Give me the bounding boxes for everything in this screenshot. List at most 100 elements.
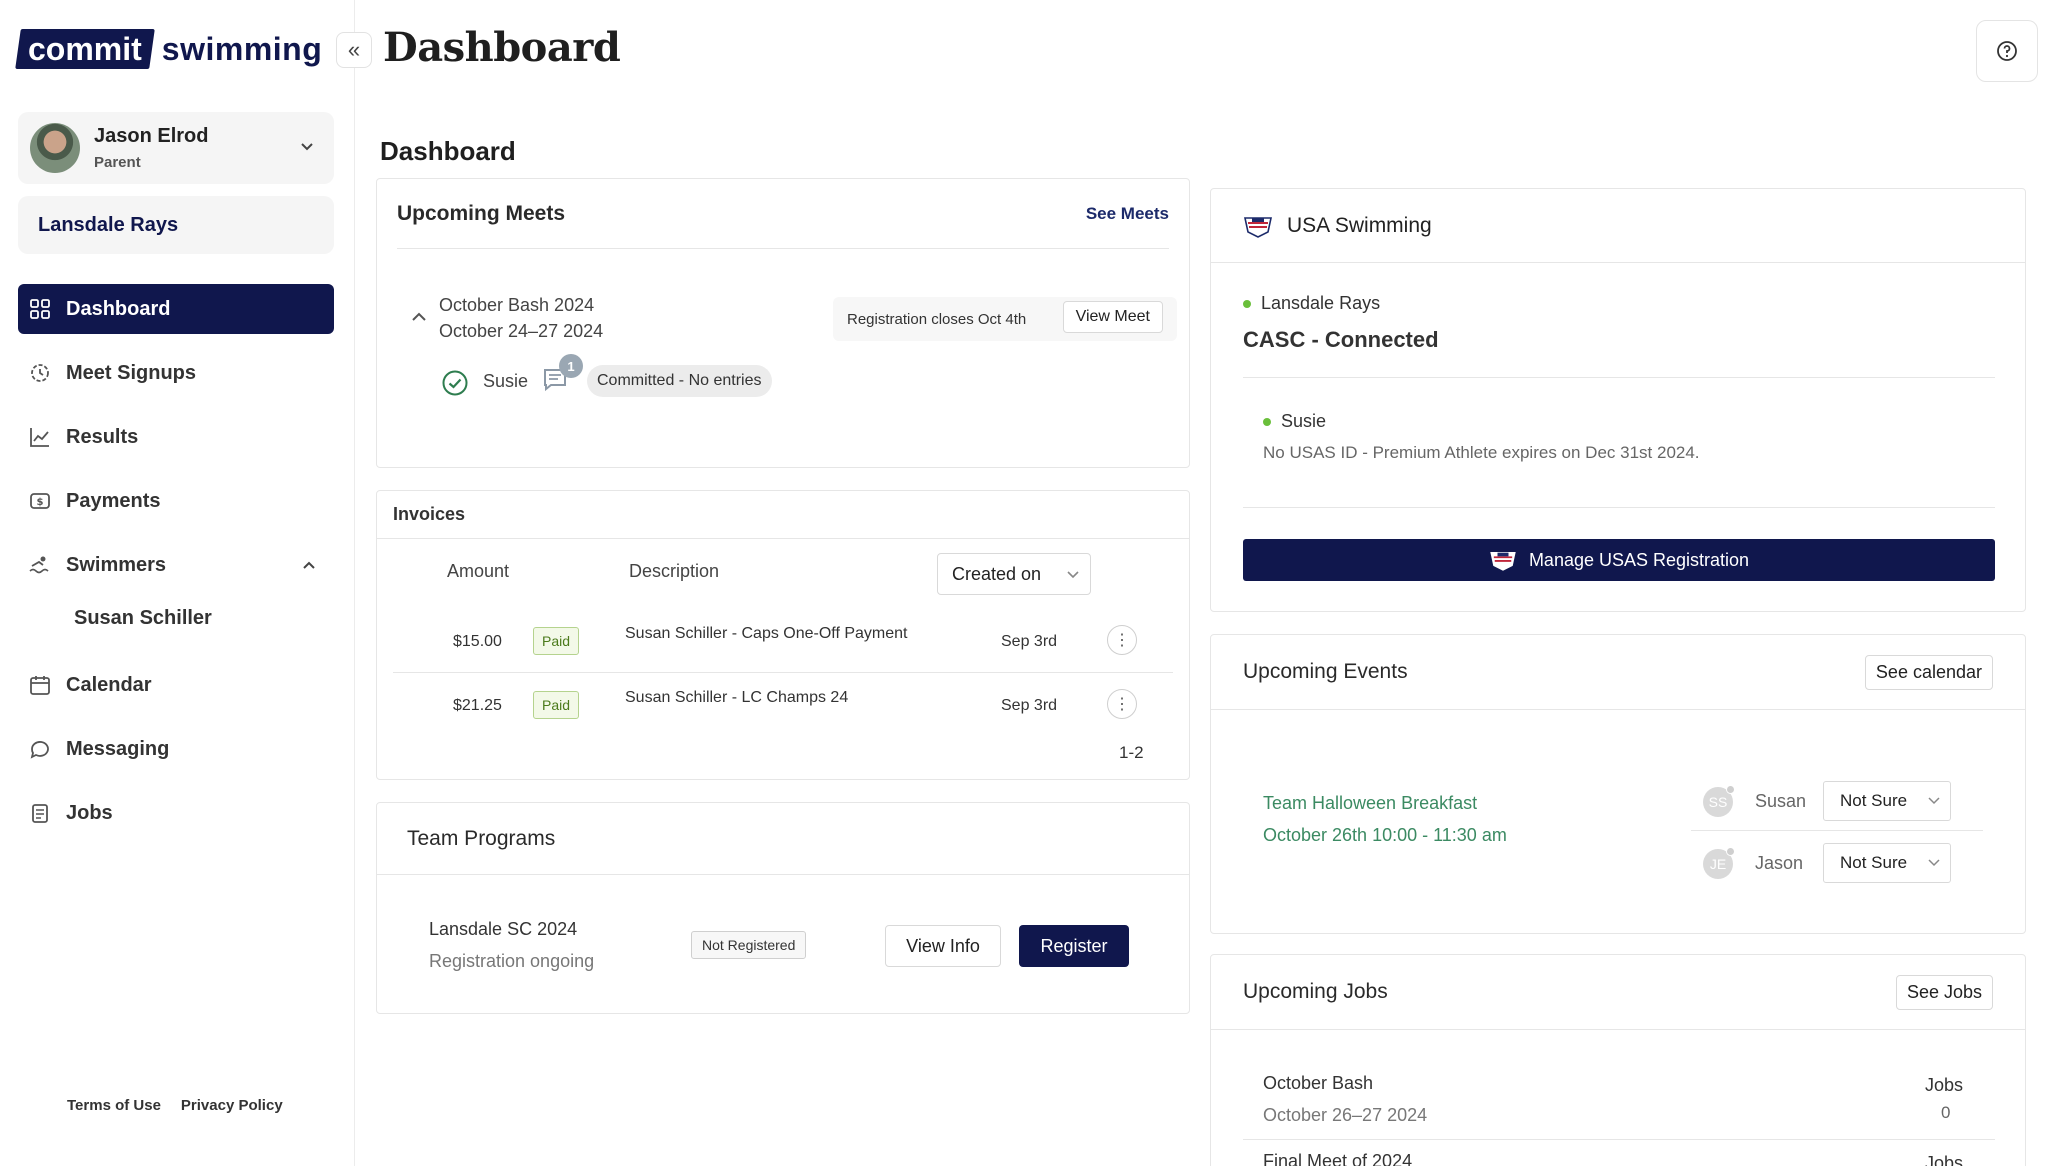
view-meet-button[interactable]: View Meet	[1062, 301, 1163, 333]
job-event-name[interactable]: October Bash	[1263, 1073, 1373, 1094]
sidebar-item-label: Payments	[66, 489, 161, 512]
status-dot-icon	[1263, 418, 1271, 427]
view-info-button[interactable]: View Info	[885, 925, 1001, 967]
see-meets-link[interactable]: See Meets	[1086, 204, 1169, 224]
usa-swimming-card: USA Swimming Lansdale Rays CASC - Connec…	[1210, 188, 2026, 612]
more-options-icon[interactable]: ⋮	[1107, 625, 1137, 655]
card-title: Upcoming Events	[1243, 660, 1408, 683]
avatar: SS	[1703, 785, 1735, 817]
upcoming-events-header: Upcoming Events See calendar	[1243, 635, 1993, 709]
privacy-link[interactable]: Privacy Policy	[181, 1097, 283, 1114]
sort-created-on-select[interactable]: Created on	[937, 553, 1091, 595]
terms-link[interactable]: Terms of Use	[67, 1097, 161, 1114]
meet-date: October 24–27 2024	[439, 321, 604, 341]
usa-swimming-logo-icon	[1490, 552, 1516, 571]
chevron-up-icon[interactable]	[302, 557, 316, 573]
swimmer-icon	[28, 553, 52, 577]
sidebar-item-messaging[interactable]: Messaging	[18, 724, 334, 774]
sidebar-nav: Dashboard Meet Signups Results $ Payment…	[18, 284, 334, 852]
invoices-title: Invoices	[377, 491, 1189, 539]
sidebar-item-meet-signups[interactable]: Meet Signups	[18, 348, 334, 398]
more-options-icon[interactable]: ⋮	[1107, 689, 1137, 719]
invoices-card: Invoices Amount Description Created on $…	[376, 490, 1190, 780]
avatar: JE	[1703, 847, 1735, 879]
rsvp-response-select[interactable]: Not Sure	[1823, 843, 1951, 883]
collapse-sidebar-button[interactable]: «	[336, 32, 372, 68]
registration-status-badge: Not Registered	[691, 931, 807, 959]
help-icon	[1997, 41, 2017, 61]
see-calendar-button[interactable]: See calendar	[1864, 654, 1993, 690]
sidebar-item-label: Swimmers	[66, 553, 167, 576]
rsvp-response-select[interactable]: Not Sure	[1823, 781, 1951, 821]
event-name[interactable]: Team Halloween Breakfast	[1263, 793, 1477, 814]
usas-connection-status: CASC - Connected	[1243, 327, 1439, 352]
team-programs-header: Team Programs	[377, 803, 1189, 875]
paid-badge: Paid	[533, 691, 580, 719]
sidebar-item-results[interactable]: Results	[18, 412, 334, 462]
table-row[interactable]: $15.00 Paid Susan Schiller - Caps One-Of…	[393, 611, 1173, 673]
team-selector[interactable]: Lansdale Rays	[18, 196, 334, 254]
sidebar-item-dashboard[interactable]: Dashboard	[18, 284, 334, 334]
user-role: Parent	[94, 154, 141, 171]
sidebar-item-label: Meet Signups	[66, 361, 197, 384]
divider	[1211, 709, 2025, 710]
meet-signups-icon	[28, 361, 52, 385]
section-title: Dashboard	[380, 136, 516, 166]
user-name: Jason Elrod	[94, 125, 209, 147]
commitment-status-pill: Committed - No entries	[587, 365, 772, 397]
invoice-amount: $15.00	[453, 633, 502, 650]
chevron-up-icon[interactable]	[411, 309, 427, 327]
logo-box-text: commit	[28, 31, 142, 67]
meet-name[interactable]: October Bash 2024	[439, 295, 594, 316]
divider	[1243, 507, 1995, 508]
status-dot-icon	[1243, 300, 1251, 309]
sidebar-item-jobs[interactable]: Jobs	[18, 788, 334, 838]
commit-swimming-logo[interactable]: commit swimming	[15, 28, 323, 70]
clipboard-icon	[28, 801, 52, 825]
team-programs-card: Team Programs Lansdale SC 2024 Registrat…	[376, 802, 1190, 1014]
job-event-date: October 26–27 2024	[1263, 1105, 1428, 1125]
sidebar-item-swimmers[interactable]: Swimmers	[18, 540, 334, 590]
jobs-count-value: 0	[1941, 1103, 1951, 1122]
sidebar-item-label: Messaging	[66, 737, 170, 760]
invoice-date: Sep 3rd	[1001, 697, 1058, 714]
app-root: commit swimming Jason Elrod Parent Lansd…	[0, 0, 2048, 1166]
card-title: USA Swimming	[1287, 213, 1432, 237]
rsvp-person-name: Jason	[1755, 853, 1804, 873]
upcoming-meets-header: Upcoming Meets See Meets	[397, 179, 1169, 249]
usa-swimming-logo-icon	[1244, 216, 1272, 238]
logo-box: commit	[15, 29, 155, 69]
help-button[interactable]	[1976, 20, 2038, 82]
svg-text:$: $	[37, 497, 44, 508]
sidebar-item-payments[interactable]: $ Payments	[18, 476, 334, 526]
register-button[interactable]: Register	[1019, 925, 1129, 967]
divider	[1211, 1029, 2025, 1030]
logo-text: swimming	[161, 30, 323, 67]
manage-usas-registration-button[interactable]: Manage USAS Registration	[1243, 539, 1995, 581]
sidebar: commit swimming Jason Elrod Parent Lansd…	[0, 0, 355, 1166]
user-info: Jason Elrod Parent	[94, 125, 300, 171]
program-status: Registration ongoing	[429, 951, 595, 971]
divider	[1243, 1139, 1995, 1140]
usas-membership-note: No USAS ID - Premium Athlete expires on …	[1263, 443, 1700, 462]
meet-swimmer-name: Susie	[483, 371, 529, 391]
footer-links: Terms of Use Privacy Policy	[67, 1097, 283, 1114]
pagination-range: 1-2	[1119, 743, 1144, 762]
user-switcher[interactable]: Jason Elrod Parent	[18, 112, 334, 184]
divider	[1243, 377, 1995, 378]
see-jobs-button[interactable]: See Jobs	[1895, 974, 1993, 1010]
table-row[interactable]: $21.25 Paid Susan Schiller - LC Champs 2…	[393, 675, 1173, 737]
upcoming-meets-card: Upcoming Meets See Meets October Bash 20…	[376, 178, 1190, 468]
job-event-name[interactable]: Final Meet of 2024	[1263, 1151, 1412, 1166]
message-count-badge: 1	[559, 354, 583, 378]
chat-bubble-icon	[28, 737, 52, 761]
column-header-description: Description	[629, 561, 720, 581]
sidebar-item-susan-schiller[interactable]: Susan Schiller	[18, 596, 334, 640]
check-circle-icon	[441, 369, 469, 402]
avatar	[30, 123, 80, 173]
chevron-down-icon[interactable]	[300, 139, 314, 157]
sidebar-item-calendar[interactable]: Calendar	[18, 660, 334, 710]
upcoming-jobs-header: Upcoming Jobs See Jobs	[1243, 955, 1993, 1029]
invoice-date: Sep 3rd	[1001, 633, 1058, 650]
rsvp-response-value: Not Sure	[1840, 791, 1908, 810]
